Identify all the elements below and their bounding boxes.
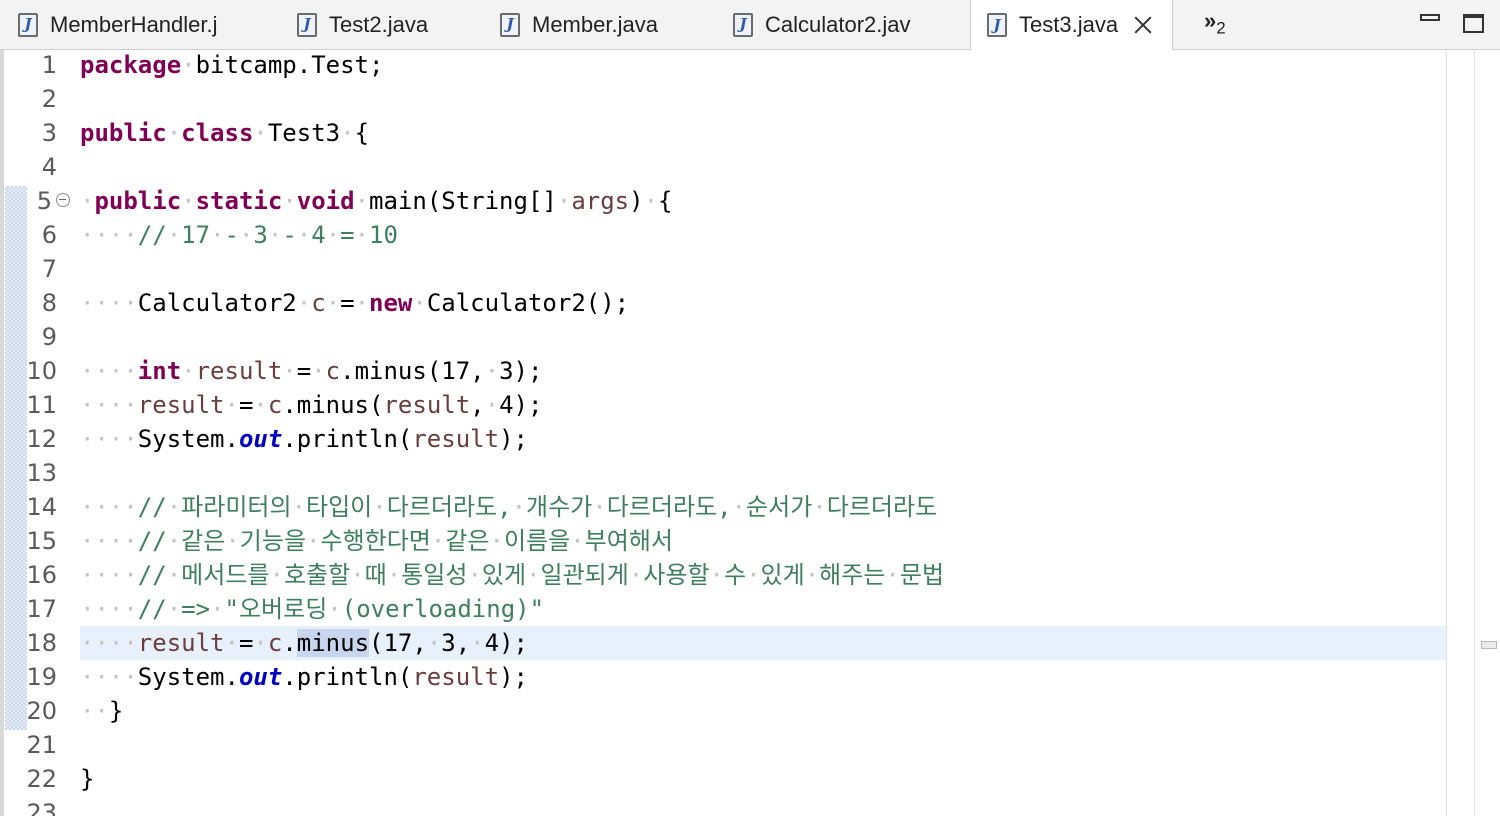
java-file-icon: J <box>18 12 38 37</box>
code-line: 13 <box>0 456 1446 490</box>
line-number: 4 <box>41 153 57 181</box>
editor-tab-bar: J MemberHandler.j J Test2.java J Member.… <box>0 0 1500 50</box>
tab-calculator2[interactable]: J Calculator2.jav <box>733 0 911 49</box>
code-line: 12 ····System.out.println(result); <box>0 422 1446 456</box>
code-line: 1 package·bitcamp.Test; <box>0 50 1446 82</box>
code-editor[interactable]: 1 package·bitcamp.Test; 2 3 public·class… <box>0 50 1446 816</box>
tab-label: MemberHandler.j <box>50 11 218 37</box>
overview-ruler[interactable] <box>1446 50 1500 816</box>
code-text: ····//·=>·"오버로딩·(overloading)" <box>80 595 545 623</box>
code-line: 21 <box>0 728 1446 762</box>
code-text: ····int·result·=·c.minus(17,·3); <box>80 357 543 385</box>
code-line: 5 ·public·static·void·main(String[]·args… <box>0 184 1446 218</box>
code-line: 22 } <box>0 762 1446 796</box>
code-line: 6 ····//·17·-·3·-·4·=·10 <box>0 218 1446 252</box>
line-number: 21 <box>26 731 57 759</box>
code-text: public·class·Test3·{ <box>80 119 370 147</box>
close-tab-icon[interactable] <box>1132 14 1154 36</box>
code-line: 20 ··} <box>0 694 1446 728</box>
current-line-marker[interactable] <box>1481 641 1497 649</box>
collapse-fold-icon[interactable] <box>56 193 70 207</box>
code-text: ·public·static·void·main(String[]·args)·… <box>80 187 673 215</box>
tab-label: Calculator2.jav <box>765 11 911 37</box>
code-line: 4 <box>0 150 1446 184</box>
tab-label: Test3.java <box>1019 12 1119 37</box>
code-line: 9 <box>0 320 1446 354</box>
selected-method-minus: minus <box>296 629 370 657</box>
code-text: ····//·같은·기능을·수행한다면·같은·이름을·부여해서 <box>80 527 673 555</box>
code-line: 10 ····int·result·=·c.minus(17,·3); <box>0 354 1446 388</box>
tab-test2[interactable]: J Test2.java <box>297 0 428 49</box>
java-file-icon: J <box>733 12 753 37</box>
line-number: 1 <box>41 51 57 79</box>
tab-label: Member.java <box>532 11 658 37</box>
code-text: ····System.out.println(result); <box>80 663 528 691</box>
code-text: } <box>80 765 95 793</box>
code-line: 14 ····//·파라미터의·타입이·다르더라도,·개수가·다르더라도,·순서… <box>0 490 1446 524</box>
tab-member[interactable]: J Member.java <box>500 0 658 49</box>
ruler-divider <box>1474 50 1475 816</box>
line-number: 2 <box>41 85 57 113</box>
code-text: ····//·메서드를·호출할·때·통일성·있게·일관되게·사용할·수·있게·해… <box>80 561 945 589</box>
code-text: ····Calculator2·c·=·new·Calculator2(); <box>80 289 630 317</box>
code-text: ····//·파라미터의·타입이·다르더라도,·개수가·다르더라도,·순서가·다… <box>80 493 938 521</box>
code-line: 3 public·class·Test3·{ <box>0 116 1446 150</box>
code-line: 17 ····//·=>·"오버로딩·(overloading)" <box>0 592 1446 626</box>
line-number: 23 <box>26 799 57 816</box>
tab-memberhandler[interactable]: J MemberHandler.j <box>18 0 218 49</box>
line-number: 3 <box>41 119 57 147</box>
line-number: 22 <box>26 765 57 793</box>
code-text: ····result·=·c.minus(17,·3,·4); <box>80 629 528 657</box>
tab-test3[interactable]: J Test3.java <box>970 0 1174 50</box>
code-line: 2 <box>0 82 1446 116</box>
code-text: ····//·17·-·3·-·4·=·10 <box>80 221 398 249</box>
code-line: 19 ····System.out.println(result); <box>0 660 1446 694</box>
chevron-right-double-icon: » <box>1204 8 1217 33</box>
code-text: ····System.out.println(result); <box>80 425 528 453</box>
code-line: 18 ····result·=·c.minus(17,·3,·4); <box>0 626 1446 660</box>
code-text: ····result·=·c.minus(result,·4); <box>80 391 543 419</box>
code-text: package·bitcamp.Test; <box>80 51 384 79</box>
tab-label: Test2.java <box>329 11 429 37</box>
code-line: 23 <box>0 796 1446 816</box>
code-line: 8 ····Calculator2·c·=·new·Calculator2(); <box>0 286 1446 320</box>
change-indicator-bar <box>5 186 27 730</box>
code-text: ··} <box>80 697 124 725</box>
minimize-icon[interactable] <box>1420 14 1440 21</box>
more-tabs-button[interactable]: »2 <box>1204 8 1226 38</box>
code-line: 16 ····//·메서드를·호출할·때·통일성·있게·일관되게·사용할·수·있… <box>0 558 1446 592</box>
java-file-icon: J <box>987 13 1007 37</box>
code-line: 11 ····result·=·c.minus(result,·4); <box>0 388 1446 422</box>
maximize-icon[interactable] <box>1463 14 1484 33</box>
code-line: 7 <box>0 252 1446 286</box>
code-line: 15 ····//·같은·기능을·수행한다면·같은·이름을·부여해서 <box>0 524 1446 558</box>
hidden-tab-count: 2 <box>1216 18 1226 38</box>
java-file-icon: J <box>297 12 317 37</box>
java-file-icon: J <box>500 12 520 37</box>
